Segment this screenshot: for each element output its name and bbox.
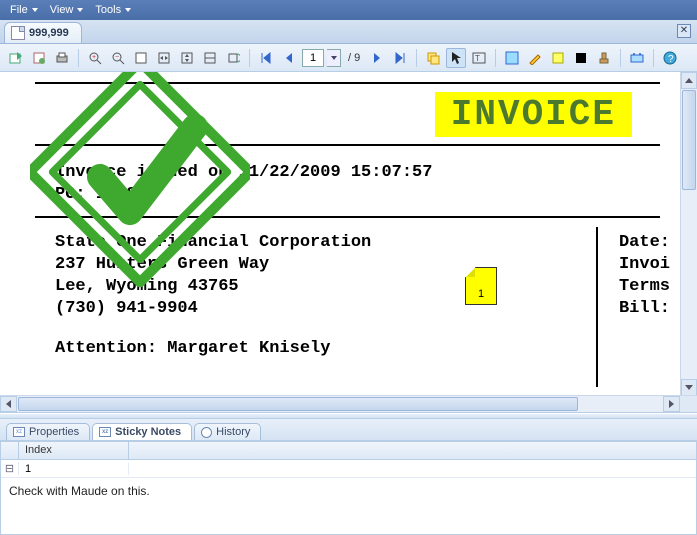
document-page[interactable]: INVOICE Invoice issued on 11/22/2009 15:…: [15, 72, 680, 395]
toolbar: + − / 9 T ?: [0, 44, 697, 72]
company-city: Lee, Wyoming 43765: [55, 276, 371, 298]
menu-view[interactable]: View: [44, 2, 90, 18]
svg-text:T: T: [475, 54, 480, 63]
company-phone: (730) 941-9904: [55, 298, 371, 320]
document-tabbar: 999,999 ✕: [0, 20, 697, 44]
row-index-cell: 1: [19, 463, 129, 475]
export-button[interactable]: [6, 48, 26, 68]
scroll-up-button[interactable]: [681, 72, 697, 89]
properties-icon: xz: [13, 427, 25, 437]
tab-history[interactable]: History: [194, 423, 261, 440]
grid-header: Index: [1, 442, 696, 460]
rotate-button[interactable]: [223, 48, 243, 68]
vertical-rule: [596, 227, 598, 387]
page-dropdown[interactable]: [327, 49, 341, 67]
close-button[interactable]: ✕: [677, 24, 691, 38]
settings-button[interactable]: [627, 48, 647, 68]
tab-properties[interactable]: xz Properties: [6, 423, 90, 440]
horizontal-rule: [35, 216, 660, 218]
po-line: PO: 106895: [55, 184, 432, 206]
sticky-notes-panel: Index ⊟ 1 Check with Maude on this.: [0, 441, 697, 535]
document-tab[interactable]: 999,999: [4, 22, 82, 43]
sticky-note-marker[interactable]: 1: [465, 267, 497, 305]
chevron-down-icon: [32, 8, 38, 12]
row-expand-toggle[interactable]: ⊟: [1, 462, 19, 475]
scroll-corner: [680, 396, 697, 413]
scroll-thumb[interactable]: [682, 90, 696, 190]
document-viewer: INVOICE Invoice issued on 11/22/2009 15:…: [0, 72, 697, 413]
svg-text:+: +: [92, 54, 96, 61]
fit-page-button[interactable]: [131, 48, 151, 68]
prev-page-button[interactable]: [279, 48, 299, 68]
scroll-thumb[interactable]: [18, 397, 578, 411]
grid-row[interactable]: ⊟ 1: [1, 460, 696, 478]
chevron-down-icon: [125, 8, 131, 12]
fit-width-button[interactable]: [154, 48, 174, 68]
company-street: 237 Hunters Green Way: [55, 254, 371, 276]
sticky-notes-icon: xz: [99, 427, 111, 437]
horizontal-scrollbar[interactable]: [0, 395, 697, 412]
company-address-block: State One Financial Corporation 237 Hunt…: [55, 232, 371, 360]
vertical-scrollbar[interactable]: [680, 72, 697, 396]
attach-button[interactable]: [29, 48, 49, 68]
document-tab-label: 999,999: [29, 27, 69, 39]
first-page-button[interactable]: [256, 48, 276, 68]
zoom-in-button[interactable]: +: [85, 48, 105, 68]
fit-height-button[interactable]: [177, 48, 197, 68]
history-icon: [201, 427, 212, 438]
invoice-meta: Invoice issued on 11/22/2009 15:07:57 PO…: [55, 162, 432, 206]
scroll-down-button[interactable]: [681, 379, 697, 396]
svg-text:−: −: [115, 54, 119, 61]
issued-line: Invoice issued on 11/22/2009 15:07:57: [55, 162, 432, 184]
text-select-tool[interactable]: T: [469, 48, 489, 68]
pointer-tool[interactable]: [446, 48, 466, 68]
detail-tabbar: xz Properties xz Sticky Notes History: [0, 419, 697, 441]
last-page-button[interactable]: [390, 48, 410, 68]
note-tool[interactable]: [548, 48, 568, 68]
tab-sticky-notes[interactable]: xz Sticky Notes: [92, 423, 192, 440]
right-field-labels: Date: Invoi Terms Bill:: [619, 232, 670, 320]
invoice-title-highlight: INVOICE: [435, 92, 632, 137]
attention-line: Attention: Margaret Knisely: [55, 338, 371, 360]
help-button[interactable]: ?: [660, 48, 680, 68]
scroll-right-button[interactable]: [663, 396, 680, 412]
sticky-note-text: Check with Maude on this.: [1, 478, 696, 504]
grid-header-index[interactable]: Index: [19, 442, 129, 459]
highlight-tool[interactable]: [502, 48, 522, 68]
menu-file[interactable]: File: [4, 2, 44, 18]
copy-button[interactable]: [423, 48, 443, 68]
document-icon: [11, 26, 25, 40]
actual-size-button[interactable]: [200, 48, 220, 68]
redact-tool[interactable]: [571, 48, 591, 68]
chevron-down-icon: [77, 8, 83, 12]
zoom-out-button[interactable]: −: [108, 48, 128, 68]
horizontal-rule: [35, 82, 660, 84]
menu-tools[interactable]: Tools: [89, 2, 137, 18]
horizontal-rule: [35, 144, 660, 146]
print-button[interactable]: [52, 48, 72, 68]
menubar: File View Tools: [0, 0, 697, 20]
page-total-label: / 9: [348, 52, 360, 64]
grid-header-expand[interactable]: [1, 442, 19, 459]
next-page-button[interactable]: [367, 48, 387, 68]
pencil-tool[interactable]: [525, 48, 545, 68]
scroll-left-button[interactable]: [0, 396, 17, 412]
company-name: State One Financial Corporation: [55, 232, 371, 254]
page-number-input[interactable]: [302, 49, 324, 67]
svg-text:?: ?: [668, 54, 674, 65]
stamp-tool[interactable]: [594, 48, 614, 68]
